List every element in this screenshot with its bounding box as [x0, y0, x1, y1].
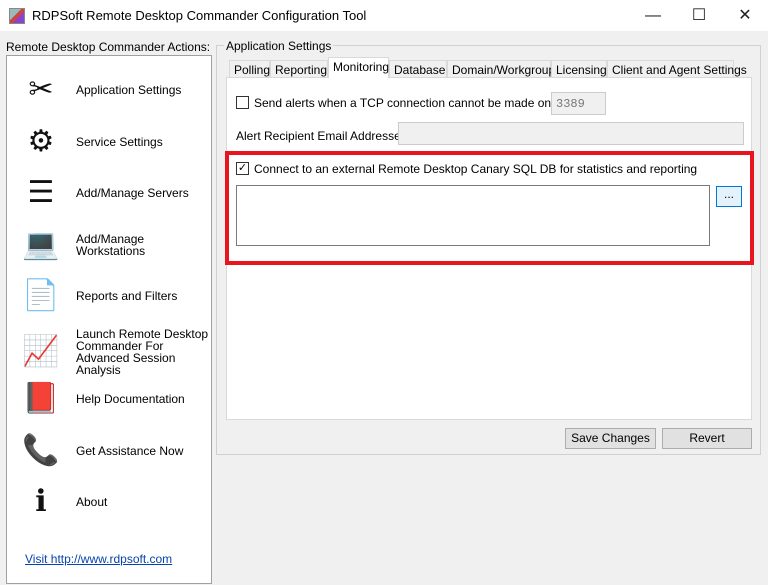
- laptop-icon: 💻: [22, 228, 60, 261]
- save-changes-button[interactable]: Save Changes: [565, 428, 656, 449]
- sidebar-item[interactable]: ℹ About: [21, 482, 107, 522]
- phone-icon: 📞: [22, 434, 60, 467]
- tab-reporting[interactable]: Reporting: [270, 60, 328, 78]
- sidebar-item-label: Application Settings: [76, 83, 182, 97]
- tab-monitoring[interactable]: Monitoring: [328, 57, 389, 78]
- port-input[interactable]: 3389: [551, 92, 606, 115]
- window-title: RDPSoft Remote Desktop Commander Configu…: [32, 8, 367, 23]
- report-icon: 📄: [22, 279, 60, 312]
- maximize-button[interactable]: ☐: [676, 0, 722, 31]
- chart-line-icon: 📈: [22, 335, 60, 368]
- browse-button[interactable]: ...: [716, 186, 742, 207]
- sidebar-label: Remote Desktop Commander Actions:: [6, 40, 211, 54]
- tab-database[interactable]: Database: [389, 60, 447, 78]
- tab-client-and-agent-settings[interactable]: Client and Agent Settings: [607, 60, 747, 78]
- servers-icon: ☰: [27, 176, 55, 209]
- info-icon: ℹ: [35, 485, 47, 518]
- sidebar-item-label: Help Documentation: [76, 392, 185, 406]
- sidebar-item[interactable]: ✂ Application Settings: [21, 70, 181, 110]
- website-link[interactable]: Visit http://www.rdpsoft.com: [25, 552, 172, 566]
- sidebar-item[interactable]: 📞 Get Assistance Now: [21, 431, 183, 471]
- sidebar-item-label: About: [76, 495, 108, 509]
- sidebar-item-label: Add/Manage Workstations: [76, 232, 146, 258]
- gear-icon: ⚙: [27, 125, 55, 158]
- sidebar-item-label: Add/Manage Servers: [76, 186, 189, 200]
- sidebar-item[interactable]: ☰ Add/Manage Servers: [21, 173, 189, 213]
- sidebar-item[interactable]: 📈 Launch Remote Desktop Commander For Adv…: [21, 328, 211, 376]
- actions-panel: ✂ Application Settings ⚙ Service Settings ☰ A…: [6, 55, 212, 584]
- sidebar-item[interactable]: 💻 Add/Manage Workstations: [21, 225, 211, 265]
- book-icon: 📕: [22, 382, 60, 415]
- tab-polling[interactable]: Polling: [229, 60, 270, 78]
- canary-checkbox[interactable]: ✓: [236, 162, 249, 175]
- close-button[interactable]: ✕: [722, 0, 768, 31]
- tab-licensing[interactable]: Licensing: [551, 60, 607, 78]
- email-input[interactable]: [398, 122, 744, 145]
- tcp-alert-label: Send alerts when a TCP connection cannot…: [254, 96, 576, 110]
- email-label: Alert Recipient Email Addresses:: [236, 129, 411, 143]
- group-label: Application Settings: [224, 39, 334, 53]
- sidebar-item[interactable]: 📄 Reports and Filters: [21, 276, 177, 316]
- canary-label: Connect to an external Remote Desktop Ca…: [254, 162, 698, 176]
- sidebar-item-label: Launch Remote Desktop Commander For Adva…: [76, 327, 209, 377]
- tcp-alert-checkbox[interactable]: [236, 96, 249, 109]
- sidebar-item-label: Reports and Filters: [76, 289, 178, 303]
- app-icon: [9, 8, 25, 24]
- tab-domain-workgroup[interactable]: Domain/Workgroup: [447, 60, 555, 78]
- sidebar-item-label: Get Assistance Now: [76, 444, 184, 458]
- minimize-button[interactable]: —: [630, 0, 676, 31]
- sidebar-item[interactable]: ⚙ Service Settings: [21, 122, 163, 162]
- tools-icon: ✂: [28, 73, 54, 106]
- connection-string-input[interactable]: [236, 185, 710, 246]
- revert-button[interactable]: Revert: [662, 428, 752, 449]
- sidebar-item-label: Service Settings: [76, 135, 163, 149]
- title-bar: RDPSoft Remote Desktop Commander Configu…: [0, 0, 768, 31]
- sidebar-item[interactable]: 📕 Help Documentation: [21, 379, 185, 419]
